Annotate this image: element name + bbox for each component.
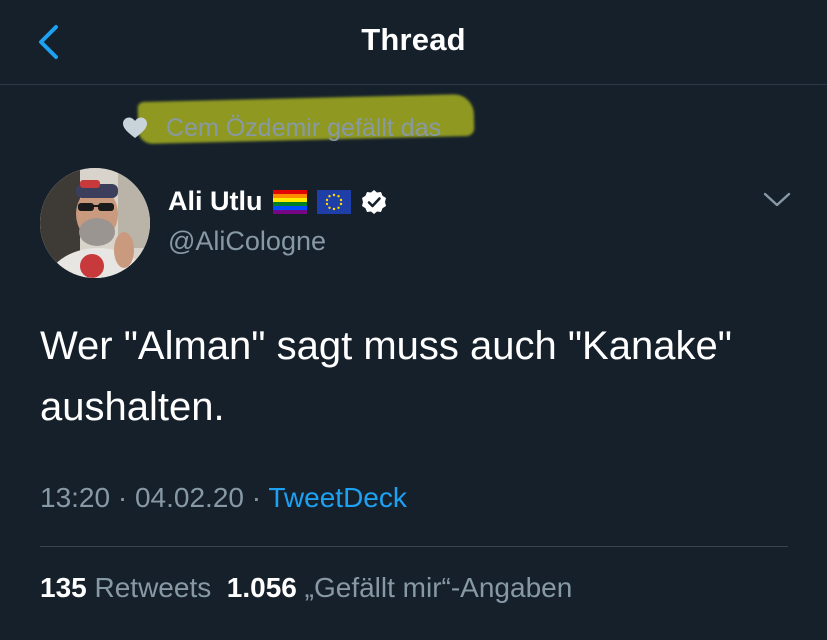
tweet-date: 04.02.20 [134, 482, 244, 513]
retweets-count: 135 [40, 572, 87, 603]
author-name: Ali Utlu [168, 186, 263, 216]
top-bar: Thread [0, 0, 827, 85]
tweet-time: 13:20 [40, 482, 111, 513]
page-title: Thread [361, 22, 466, 57]
retweets-label: Retweets [94, 572, 212, 603]
meta-separator: · [117, 482, 135, 513]
tweet-text: Wer "Alman" sagt muss auch "Kanake" aush… [40, 324, 732, 429]
social-context[interactable]: Cem Özdemir gefällt das [120, 108, 441, 148]
meta-separator: · [251, 482, 269, 513]
tweet-meta: 13:20 · 04.02.20 · TweetDeck [40, 482, 407, 514]
tweet-stats: 135 Retweets 1.056 „Gefällt mir“-Angaben [40, 572, 572, 604]
author-row[interactable]: Ali Utlu [168, 186, 387, 217]
heart-icon [123, 117, 147, 138]
avatar-photo [40, 168, 150, 278]
author-handle[interactable]: @AliCologne [168, 226, 326, 257]
verified-badge-icon [361, 189, 386, 214]
likes-count: 1.056 [226, 572, 297, 603]
eu-flag-icon [316, 189, 351, 214]
rainbow-flag-icon [272, 189, 307, 214]
chevron-down-icon[interactable] [762, 190, 792, 210]
tweet-source-link[interactable]: TweetDeck [268, 482, 407, 513]
social-context-text: Cem Özdemir gefällt das [166, 113, 442, 142]
likes-stat[interactable]: 1.056 „Gefällt mir“-Angaben [227, 572, 573, 603]
avatar[interactable] [40, 168, 150, 278]
retweets-stat[interactable]: 135 Retweets [40, 572, 211, 603]
divider [40, 546, 788, 547]
likes-label: „Gefällt mir“-Angaben [304, 572, 573, 603]
